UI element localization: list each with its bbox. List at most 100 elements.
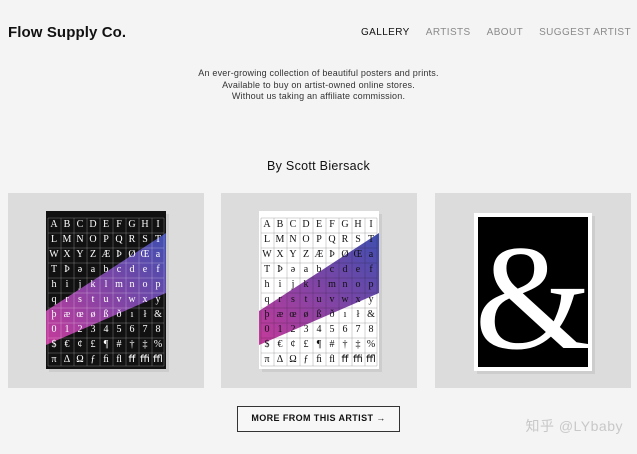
svg-text:I: I: [156, 219, 159, 230]
svg-text:ﬄ: ﬄ: [153, 354, 163, 365]
poster-card-1[interactable]: ABCDEFGHI LMNOPQRST WXYZÆÞØŒa TÞəabcdef …: [8, 193, 204, 388]
svg-text:ƒ: ƒ: [304, 354, 309, 365]
artist-heading: By Scott Biersack: [266, 159, 371, 173]
svg-text:C: C: [77, 219, 84, 230]
svg-text:ß: ß: [104, 309, 109, 320]
svg-text:Œ: Œ: [354, 249, 363, 260]
svg-text:T: T: [368, 234, 374, 245]
svg-text:ﬄ: ﬄ: [366, 354, 376, 365]
svg-text:Þ: Þ: [329, 249, 335, 260]
svg-text:%: %: [154, 339, 162, 350]
svg-text:T: T: [264, 264, 270, 275]
svg-text:2: 2: [291, 324, 296, 335]
svg-text:Δ: Δ: [277, 354, 284, 365]
svg-text:x: x: [356, 294, 361, 305]
svg-text:A: A: [50, 219, 58, 230]
svg-text:Ø: Ø: [341, 249, 348, 260]
svg-text:m: m: [328, 279, 336, 290]
svg-text:M: M: [276, 234, 285, 245]
svg-text:5: 5: [330, 324, 335, 335]
svg-text:Z: Z: [90, 249, 96, 260]
svg-text:S: S: [355, 234, 361, 245]
poster-card-2[interactable]: ABCDEFGHI LMNOPQRST WXYZÆÞØŒa TÞəabcdef …: [221, 193, 417, 388]
svg-text:ð: ð: [117, 309, 122, 320]
nav-suggest-artist[interactable]: SUGGEST ARTIST: [539, 27, 631, 38]
svg-text:æ: æ: [64, 309, 71, 320]
svg-text:€: €: [65, 339, 70, 350]
svg-text:C: C: [290, 219, 297, 230]
svg-text:Ø: Ø: [128, 249, 135, 260]
svg-text:t: t: [92, 294, 95, 305]
svg-text:D: D: [302, 219, 309, 230]
nav-about[interactable]: ABOUT: [487, 27, 523, 38]
svg-text:y: y: [369, 294, 374, 305]
svg-text:þ: þ: [52, 309, 57, 320]
svg-text:4: 4: [104, 324, 109, 335]
svg-text:£: £: [304, 339, 309, 350]
svg-text:p: p: [156, 279, 161, 290]
svg-text:R: R: [342, 234, 349, 245]
svg-text:n: n: [130, 279, 135, 290]
svg-text:3: 3: [304, 324, 309, 335]
svg-text:4: 4: [317, 324, 322, 335]
svg-text:x: x: [143, 294, 148, 305]
svg-text:h: h: [52, 279, 57, 290]
svg-text:œ: œ: [289, 309, 296, 320]
svg-text:0: 0: [265, 324, 270, 335]
svg-text:Ω: Ω: [76, 354, 83, 365]
intro-line-3: Without us taking an affiliate commissio…: [231, 91, 406, 101]
svg-text:0: 0: [52, 324, 57, 335]
svg-text:q: q: [265, 294, 270, 305]
svg-text:a: a: [156, 249, 161, 260]
svg-text:I: I: [369, 219, 372, 230]
poster-image-ampersand: &: [474, 213, 595, 381]
svg-text:Þ: Þ: [116, 249, 122, 260]
svg-text:Y: Y: [289, 249, 296, 260]
main-nav: GALLERY ARTISTS ABOUT SUGGEST ARTIST: [361, 27, 631, 38]
svg-text:æ: æ: [277, 309, 284, 320]
svg-text:3: 3: [91, 324, 96, 335]
intro-line-2: Available to buy on artist-owned online …: [222, 79, 415, 90]
poster-card-3[interactable]: &: [435, 193, 631, 388]
svg-text:6: 6: [130, 324, 135, 335]
svg-text:l: l: [105, 279, 108, 290]
intro-text: An ever-growing collection of beautiful …: [0, 68, 637, 103]
svg-text:ﬃ: ﬃ: [140, 354, 150, 365]
svg-text:W: W: [262, 249, 272, 260]
svg-text:&: &: [367, 309, 375, 320]
svg-text:m: m: [115, 279, 123, 290]
svg-text:e: e: [356, 264, 361, 275]
svg-text:7: 7: [356, 324, 361, 335]
svg-text:Þ: Þ: [64, 264, 70, 275]
svg-text:P: P: [103, 234, 109, 245]
svg-text:ﬀ: ﬀ: [129, 354, 137, 365]
intro-line-1: An ever-growing collection of beautiful …: [198, 68, 439, 78]
svg-text:s: s: [291, 294, 295, 305]
svg-text:X: X: [63, 249, 71, 260]
site-logo[interactable]: Flow Supply Co.: [8, 24, 126, 41]
nav-artists[interactable]: ARTISTS: [426, 27, 471, 38]
svg-text:b: b: [317, 264, 322, 275]
svg-text:7: 7: [143, 324, 148, 335]
svg-text:t: t: [305, 294, 308, 305]
svg-text:¢: ¢: [78, 339, 83, 350]
svg-text:e: e: [143, 264, 148, 275]
nav-gallery[interactable]: GALLERY: [361, 27, 410, 38]
svg-text:8: 8: [369, 324, 374, 335]
svg-text:‡: ‡: [143, 339, 148, 350]
svg-text:X: X: [276, 249, 284, 260]
svg-text:o: o: [143, 279, 148, 290]
svg-text:R: R: [129, 234, 136, 245]
svg-text:d: d: [343, 264, 348, 275]
svg-text:o: o: [356, 279, 361, 290]
svg-text:Y: Y: [76, 249, 83, 260]
svg-text:&: &: [154, 309, 162, 320]
svg-text:d: d: [130, 264, 135, 275]
svg-text:1: 1: [65, 324, 70, 335]
svg-text:¢: ¢: [291, 339, 296, 350]
svg-text:Z: Z: [303, 249, 309, 260]
svg-text:Æ: Æ: [315, 249, 324, 260]
more-from-artist-button[interactable]: MORE FROM THIS ARTIST →: [237, 406, 400, 432]
svg-text:s: s: [78, 294, 82, 305]
svg-text:ﬁ: ﬁ: [316, 354, 322, 365]
